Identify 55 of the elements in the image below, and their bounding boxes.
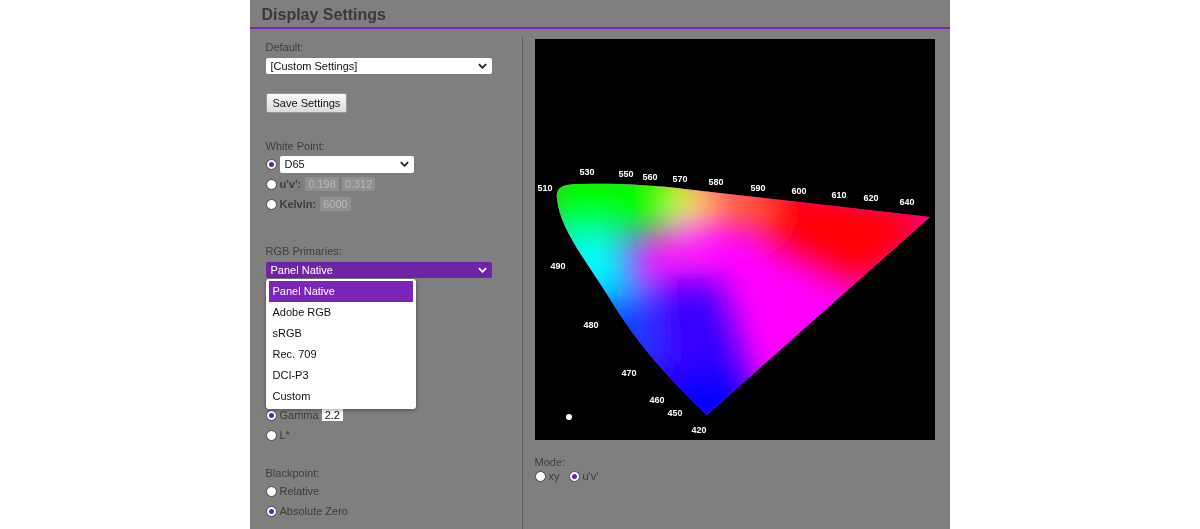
illuminant-select[interactable]: D65 (279, 155, 414, 173)
radio-button[interactable] (265, 178, 277, 190)
chevron-icon (477, 63, 487, 69)
option-label: Absolute Zero (279, 505, 348, 517)
wavelength-label: 570 (672, 174, 687, 184)
wavelength-label: 590 (750, 183, 765, 193)
radio-button[interactable] (265, 485, 277, 497)
wavelength-label: 580 (708, 177, 723, 187)
menu-item[interactable]: Panel Native (268, 281, 413, 302)
option-label: u'v': (279, 178, 302, 190)
rgb-primaries-select[interactable]: Panel Native (265, 262, 492, 278)
wavelength-label: 490 (550, 261, 565, 271)
radio-button[interactable] (265, 505, 277, 517)
input-field[interactable]: 2.2 (321, 409, 343, 421)
radio-button[interactable] (568, 470, 580, 482)
wavelength-label: 470 (621, 368, 636, 378)
field-label: RGB Primaries: (265, 245, 343, 259)
option-label: L* (279, 429, 290, 441)
wavelength-label: 450 (667, 408, 682, 418)
radio-button[interactable] (265, 198, 277, 210)
save-button[interactable]: Save Settings (265, 93, 348, 113)
chevron-icon (477, 267, 487, 273)
wavelength-label: 610 (831, 190, 846, 200)
wavelength-label: 530 (579, 167, 594, 177)
marker-dot (565, 414, 572, 420)
option-label: Kelvin: (279, 198, 317, 210)
wavelength-label: 420 (691, 425, 706, 435)
menu-item[interactable]: Custom (268, 386, 413, 407)
wavelength-label: 510 (537, 183, 552, 193)
wavelength-label: 600 (791, 186, 806, 196)
field-label: White Point: (265, 140, 326, 154)
wavelength-label: 560 (642, 172, 657, 182)
menu-item[interactable]: sRGB (268, 323, 413, 344)
menu-item[interactable]: Adobe RGB (268, 302, 413, 323)
field-label: Blackpoint: (265, 467, 321, 481)
radio-button[interactable] (265, 429, 277, 441)
wavelength-label: 550 (618, 169, 633, 179)
page-title: Display Settings (249, 0, 950, 29)
option-label: Relative (279, 485, 320, 497)
wavelength-label: 480 (583, 320, 598, 330)
option-label: u'v' (582, 470, 599, 482)
default-select[interactable]: [Custom Settings] (265, 58, 492, 74)
field-label: Default: (265, 41, 305, 55)
wavelength-label: 640 (899, 197, 914, 207)
wavelength-label: 460 (649, 395, 664, 405)
chevron-icon (399, 161, 409, 167)
wavelength-label: 620 (863, 193, 878, 203)
radio-button[interactable] (534, 470, 546, 482)
radio-button[interactable] (265, 409, 277, 421)
menu-item[interactable]: DCI-P3 (268, 365, 413, 386)
menu-item[interactable]: Rec. 709 (268, 344, 413, 365)
option-label: xy (548, 470, 560, 482)
radio-button[interactable] (265, 158, 277, 170)
option-label: Gamma (279, 409, 319, 421)
field-label: Mode: (534, 456, 567, 470)
